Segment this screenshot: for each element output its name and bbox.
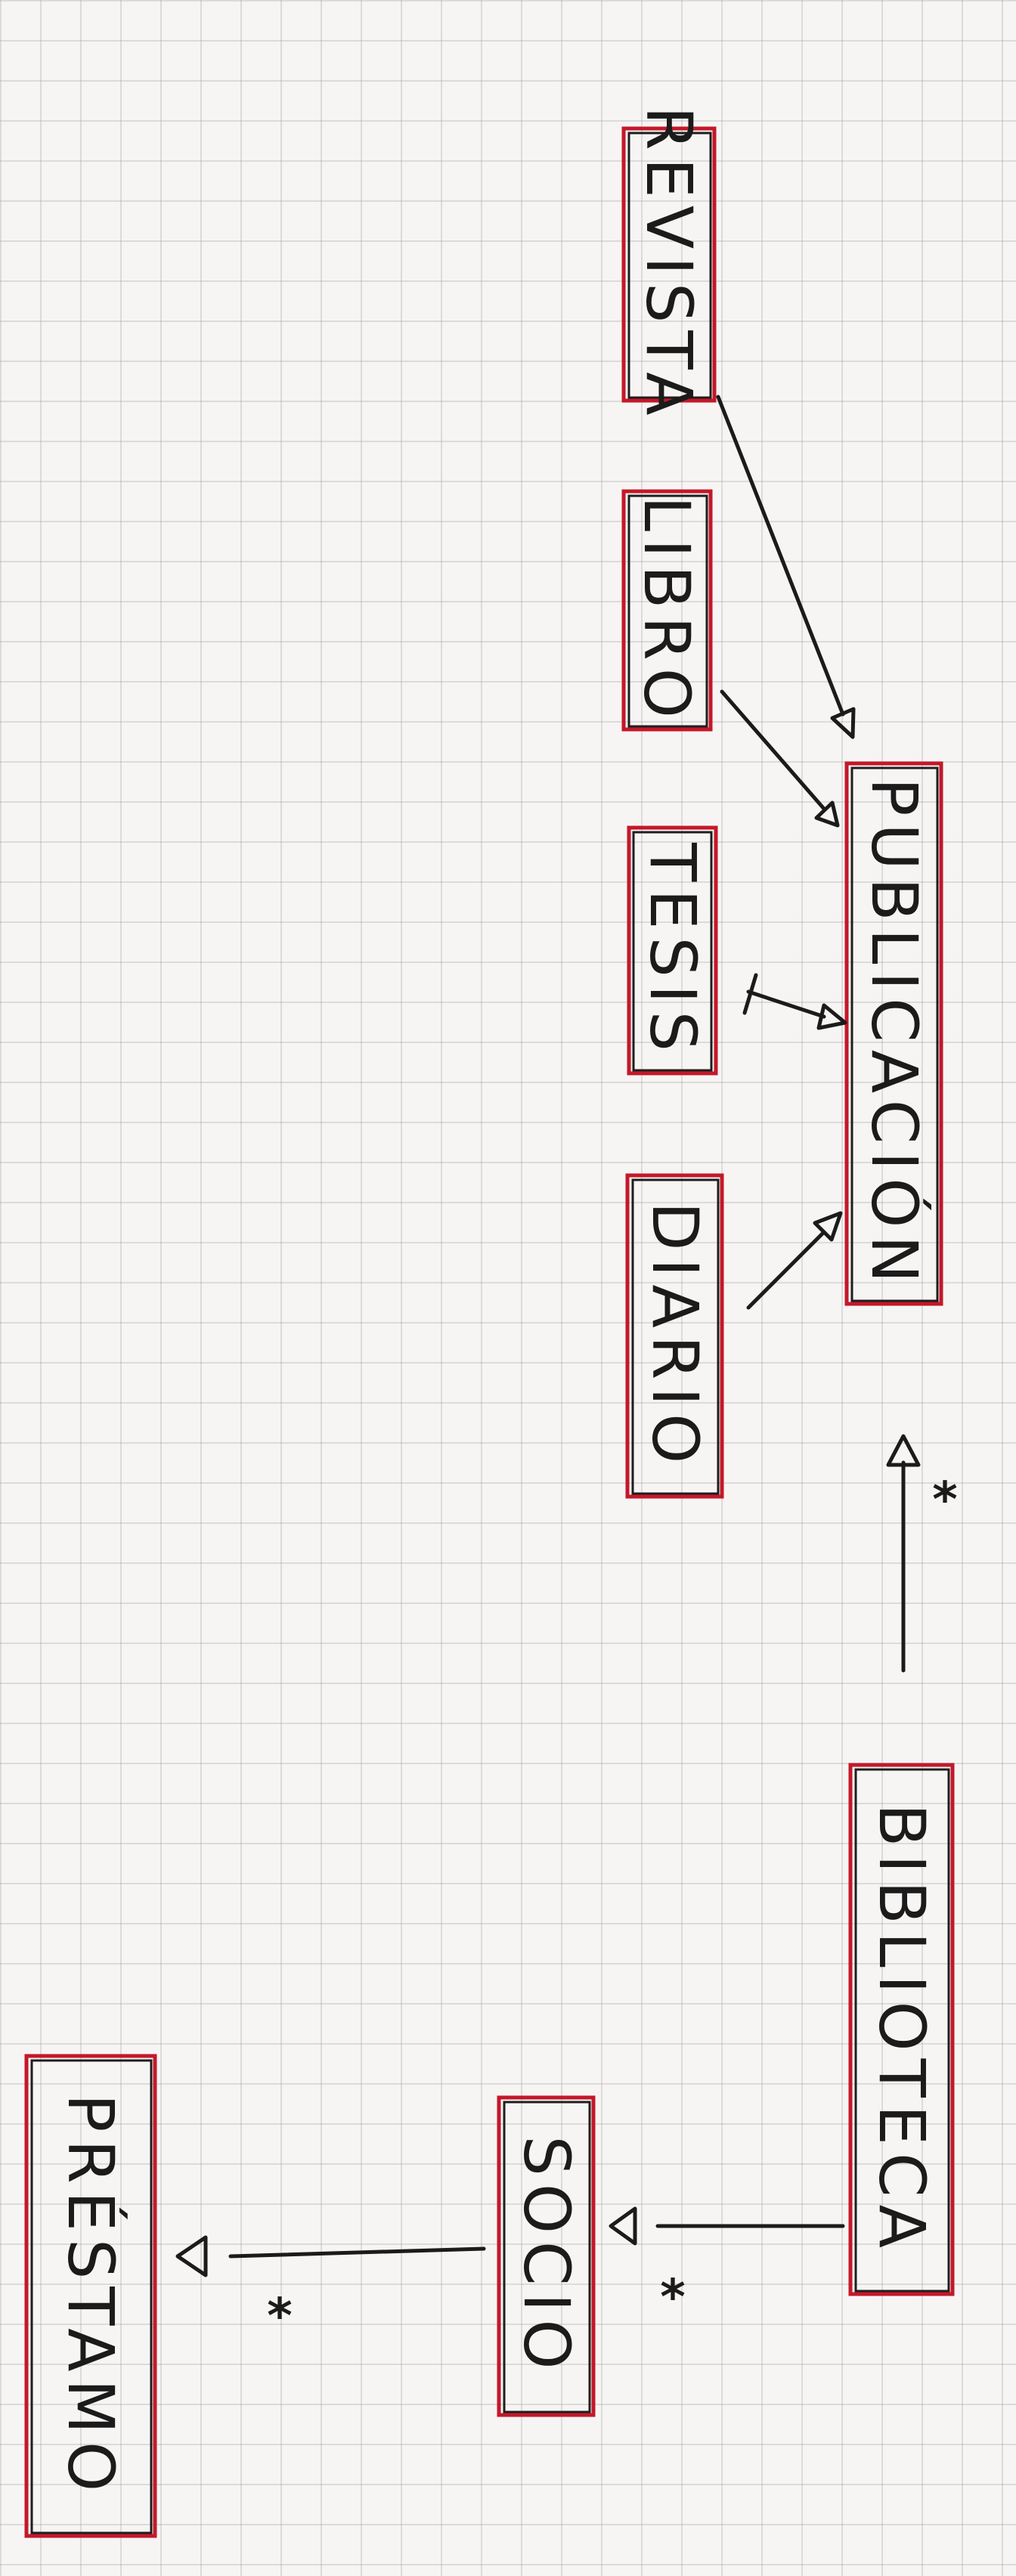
class-biblioteca-label: BIBLIOTECA [865,1804,939,2256]
inheritance-diario-publicacion [746,1211,843,1310]
class-socio-label: SOCIO [510,2136,584,2377]
inheritance-arrowhead-icon [816,1003,847,1030]
inheritance-arrowhead-icon [830,707,856,739]
class-publicacion: PUBLICACIÓN [844,761,943,1306]
class-diario-label: DIARIO [638,1202,712,1471]
association-socio-prestamo: * [175,2235,486,2345]
class-tesis: TESIS [627,825,718,1076]
association-arrowhead-icon [886,1434,921,1467]
multiplicity-biblioteca-socio: * [660,2270,685,2326]
class-prestamo: PRÉSTAMO [24,2054,157,2538]
class-biblioteca: BIBLIOTECA [848,1763,955,2296]
multiplicity-socio-prestamo: * [267,2289,292,2345]
class-prestamo-label: PRÉSTAMO [54,2094,128,2499]
inheritance-revista-publicacion [716,395,856,739]
association-biblioteca-socio: * [609,2206,845,2326]
class-libro-label: LIBRO [630,496,704,726]
class-publicacion-label: PUBLICACIÓN [857,778,931,1290]
association-biblioteca-publicacion: * [886,1434,958,1673]
inheritance-tesis-publicacion [742,973,847,1030]
class-diario: DIARIO [625,1173,724,1499]
class-revista: REVISTA [621,106,717,423]
association-arrowhead-icon [175,2235,208,2277]
multiplicity-biblioteca-publicacion: * [932,1472,957,1528]
association-arrowhead-icon [609,2206,637,2246]
class-tesis-label: TESIS [636,842,710,1059]
inheritance-libro-publicacion [720,689,840,828]
class-libro: LIBRO [621,489,713,732]
class-socio: SOCIO [497,2095,596,2417]
class-diagram: REVISTA LIBRO TESIS PUBLICACIÓN DIARIO B… [24,106,958,2538]
class-revista-label: REVISTA [632,106,706,423]
